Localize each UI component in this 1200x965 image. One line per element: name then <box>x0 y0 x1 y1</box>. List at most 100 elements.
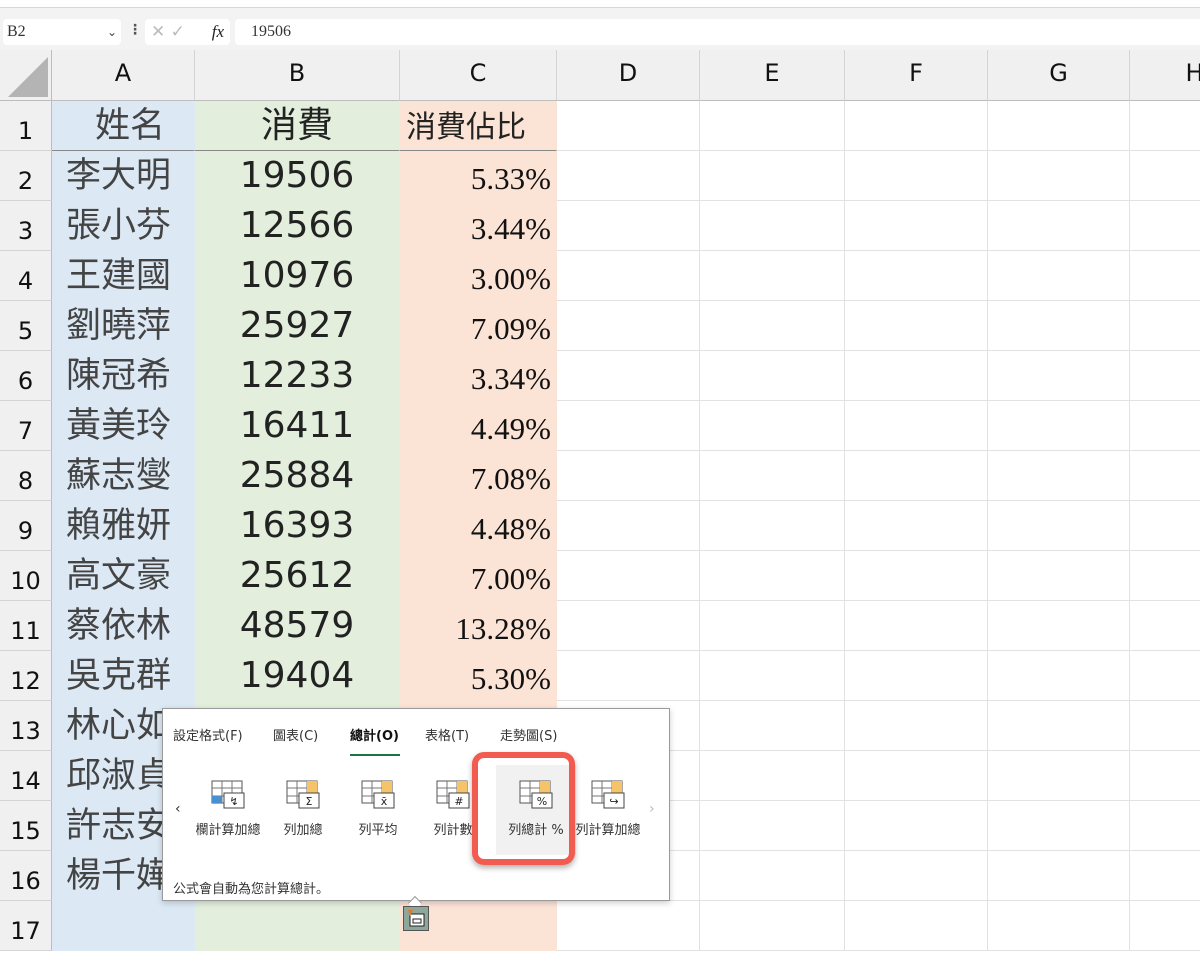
cell[interactable] <box>700 701 845 751</box>
cell[interactable] <box>700 601 845 651</box>
row-header-1[interactable]: 1 <box>0 101 52 151</box>
chevron-down-icon[interactable]: ⌄ <box>107 19 117 45</box>
cell-a12[interactable]: 吳克群 <box>52 651 195 701</box>
cell[interactable] <box>700 101 845 151</box>
cell-c2[interactable]: 5.33% <box>400 151 557 201</box>
cell[interactable] <box>700 651 845 701</box>
more-options-icon[interactable]: ⋮ <box>128 22 142 38</box>
cell[interactable] <box>1130 601 1200 651</box>
cell[interactable] <box>1130 151 1200 201</box>
cell[interactable] <box>700 251 845 301</box>
cell[interactable] <box>988 601 1130 651</box>
cell[interactable] <box>700 301 845 351</box>
cell-c3[interactable]: 3.44% <box>400 201 557 251</box>
cell[interactable] <box>700 801 845 851</box>
cell[interactable] <box>988 751 1130 801</box>
cell-b9[interactable]: 16393 <box>195 501 400 551</box>
cell[interactable] <box>845 901 988 951</box>
cell[interactable] <box>988 351 1130 401</box>
cell[interactable] <box>700 501 845 551</box>
column-header-g[interactable]: G <box>988 50 1130 101</box>
cell[interactable] <box>845 801 988 851</box>
tab-4[interactable]: 走勢圖(S) <box>500 725 557 744</box>
cell[interactable] <box>988 701 1130 751</box>
cell[interactable] <box>845 551 988 601</box>
column-header-e[interactable]: E <box>700 50 845 101</box>
cell[interactable] <box>1130 301 1200 351</box>
tab-1[interactable]: 圖表(C) <box>273 725 318 744</box>
cell[interactable] <box>988 201 1130 251</box>
cell[interactable] <box>1130 501 1200 551</box>
row-header-16[interactable]: 16 <box>0 851 52 901</box>
cell[interactable] <box>557 301 700 351</box>
cell[interactable] <box>700 751 845 801</box>
row-header-8[interactable]: 8 <box>0 451 52 501</box>
row-header-14[interactable]: 14 <box>0 751 52 801</box>
row-header-15[interactable]: 15 <box>0 801 52 851</box>
cell-c8[interactable]: 7.08% <box>400 451 557 501</box>
cell[interactable] <box>845 701 988 751</box>
cell[interactable] <box>557 551 700 601</box>
cell-a9[interactable]: 賴雅妍 <box>52 501 195 551</box>
cell[interactable] <box>845 501 988 551</box>
cell[interactable] <box>1130 251 1200 301</box>
column-header-f[interactable]: F <box>845 50 988 101</box>
quick-analysis-button[interactable] <box>403 906 429 931</box>
column-header-d[interactable]: D <box>557 50 700 101</box>
row-header-2[interactable]: 2 <box>0 151 52 201</box>
tab-3[interactable]: 表格(T) <box>425 725 469 744</box>
row-header-3[interactable]: 3 <box>0 201 52 251</box>
cell-c5[interactable]: 7.09% <box>400 301 557 351</box>
cell-c4[interactable]: 3.00% <box>400 251 557 301</box>
tool-running-total-column[interactable]: ↯ 欄計算加總 <box>188 779 268 838</box>
cell-c9[interactable]: 4.48% <box>400 501 557 551</box>
cell[interactable] <box>845 351 988 401</box>
cell-a4[interactable]: 王建國 <box>52 251 195 301</box>
cell[interactable] <box>557 101 700 151</box>
cell[interactable] <box>1130 451 1200 501</box>
cell-b8[interactable]: 25884 <box>195 451 400 501</box>
cell-a7[interactable]: 黃美玲 <box>52 401 195 451</box>
row-header-4[interactable]: 4 <box>0 251 52 301</box>
cell-b17[interactable] <box>195 901 400 951</box>
cell-a5[interactable]: 劉曉萍 <box>52 301 195 351</box>
cell[interactable] <box>700 151 845 201</box>
tab-0[interactable]: 設定格式(F) <box>173 725 243 744</box>
cell[interactable] <box>988 501 1130 551</box>
cell[interactable] <box>988 551 1130 601</box>
cell[interactable] <box>845 251 988 301</box>
cell[interactable] <box>700 551 845 601</box>
cell[interactable] <box>1130 801 1200 851</box>
cell[interactable] <box>1130 751 1200 801</box>
cell[interactable] <box>557 251 700 301</box>
cell-b7[interactable]: 16411 <box>195 401 400 451</box>
cell[interactable] <box>557 501 700 551</box>
cell-c7[interactable]: 4.49% <box>400 401 557 451</box>
cell[interactable] <box>1130 851 1200 901</box>
tool-sum[interactable]: Σ 列加總 <box>263 779 343 838</box>
cell[interactable] <box>988 251 1130 301</box>
cell[interactable] <box>845 101 988 151</box>
cell[interactable] <box>845 751 988 801</box>
cell[interactable] <box>557 351 700 401</box>
cell[interactable] <box>557 451 700 501</box>
cell[interactable] <box>988 651 1130 701</box>
cell-c10[interactable]: 7.00% <box>400 551 557 601</box>
cell-a3[interactable]: 張小芬 <box>52 201 195 251</box>
column-header-h[interactable]: H <box>1130 50 1200 101</box>
row-header-17[interactable]: 17 <box>0 901 52 951</box>
select-all-button[interactable] <box>0 50 52 101</box>
cell[interactable] <box>1130 701 1200 751</box>
cell[interactable] <box>1130 551 1200 601</box>
row-header-11[interactable]: 11 <box>0 601 52 651</box>
cell-a17[interactable] <box>52 901 195 951</box>
row-header-13[interactable]: 13 <box>0 701 52 751</box>
cell[interactable] <box>557 901 700 951</box>
cell-a8[interactable]: 蘇志燮 <box>52 451 195 501</box>
cell[interactable] <box>1130 651 1200 701</box>
column-header-c[interactable]: C <box>400 50 557 101</box>
cell-b10[interactable]: 25612 <box>195 551 400 601</box>
cell-b5[interactable]: 25927 <box>195 301 400 351</box>
cell[interactable] <box>845 601 988 651</box>
header-cell-b[interactable]: 消費 <box>195 101 400 151</box>
